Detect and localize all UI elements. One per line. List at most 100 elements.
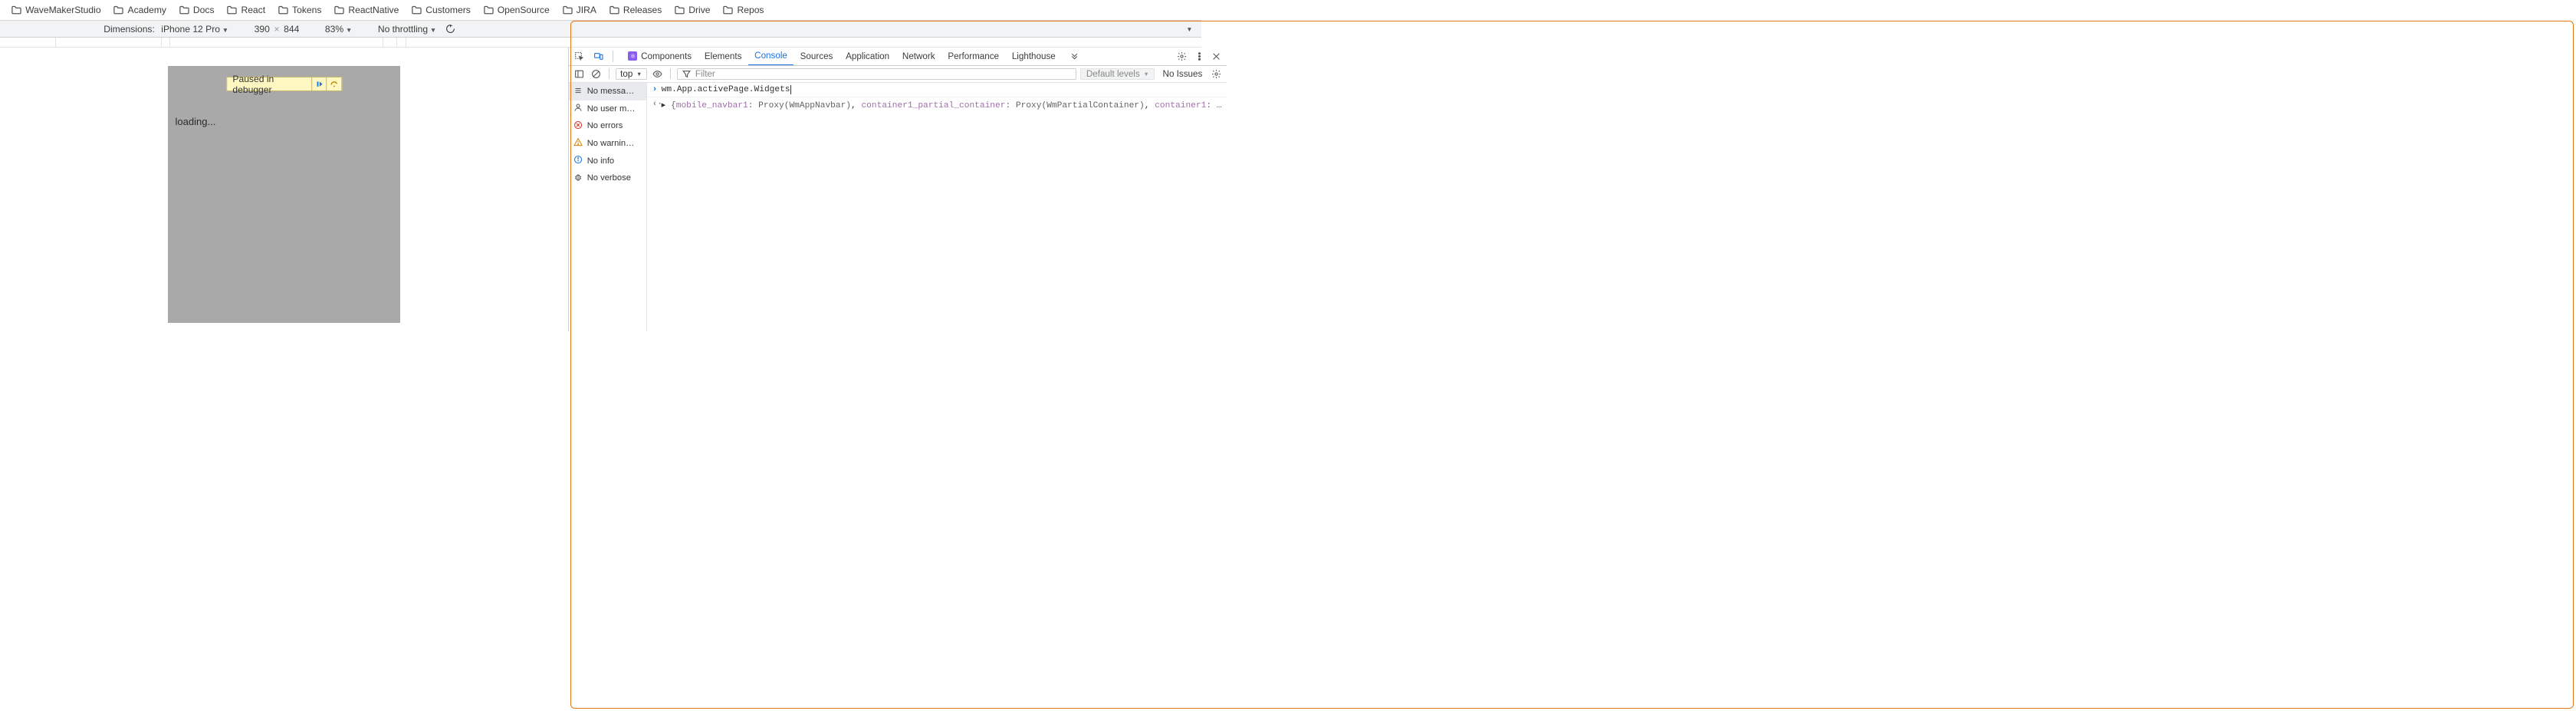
execution-context-label: top [620, 69, 632, 79]
bookmark-jira[interactable]: JIRA [562, 5, 596, 16]
main-split: Paused in debugger loading... Components… [0, 48, 1201, 332]
bookmark-label: Tokens [292, 5, 321, 15]
bookmark-tokens[interactable]: Tokens [278, 5, 321, 16]
bookmarks-bar: WaveMakerStudio Academy Docs React Tokens Rea… [0, 0, 1201, 21]
device-toggle-icon[interactable] [592, 50, 604, 62]
inspect-icon[interactable] [573, 50, 586, 62]
sidebar-item-label: No info [587, 156, 614, 166]
console-body: No messa… No user m… No errors No warnin… No… [569, 83, 1227, 331]
live-expression-icon[interactable] [652, 68, 664, 81]
page-loading-text: loading... [175, 116, 215, 127]
sidebar-item-label: No warnin… [587, 139, 635, 148]
tab-label: Elements [705, 51, 742, 61]
bookmark-label: OpenSource [498, 5, 550, 15]
bookmark-reactnative[interactable]: ReactNative [334, 5, 399, 16]
bookmark-label: Drive [688, 5, 710, 15]
sidebar-user[interactable]: No user m… [569, 100, 646, 118]
tab-performance[interactable]: Performance [941, 48, 1005, 65]
debugger-paused-label: Paused in debugger [227, 74, 311, 95]
bookmark-repos[interactable]: Repos [722, 5, 764, 16]
rotate-icon[interactable] [445, 24, 455, 35]
device-name-select[interactable]: iPhone 12 Pro [161, 24, 228, 35]
bookmark-customers[interactable]: Customers [411, 5, 471, 16]
console-settings-icon[interactable] [1211, 68, 1223, 81]
tab-application[interactable]: Application [840, 48, 896, 65]
console-filter-input[interactable]: Filter [677, 68, 1076, 81]
more-tabs-icon[interactable] [1069, 50, 1081, 62]
folder-icon [11, 5, 22, 16]
tab-components[interactable]: Components [622, 48, 698, 65]
sidebar-item-label: No user m… [587, 104, 636, 114]
device-viewport-pane: Paused in debugger loading... [0, 48, 568, 332]
bookmark-react[interactable]: React [226, 5, 265, 16]
folder-icon [609, 5, 620, 16]
folder-icon [179, 5, 190, 16]
bookmark-label: React [241, 5, 265, 15]
bookmark-opensource[interactable]: OpenSource [483, 5, 550, 16]
log-levels-label: Default levels [1086, 69, 1140, 79]
tab-console[interactable]: Console [748, 48, 794, 65]
console-result-text: ▸ {mobile_navbar1: Proxy(WmAppNavbar), c… [662, 100, 1222, 110]
throttling-select[interactable]: No throttling [378, 24, 436, 35]
tab-sources[interactable]: Sources [794, 48, 840, 65]
tab-label: Application [846, 51, 889, 61]
input-prompt-icon: › [652, 85, 662, 94]
console-filter-placeholder: Filter [695, 69, 715, 79]
error-icon [573, 120, 583, 132]
info-icon [573, 155, 583, 166]
user-icon [573, 103, 583, 114]
sidebar-error[interactable]: No errors [569, 117, 646, 135]
bookmark-label: ReactNative [348, 5, 399, 15]
bookmark-docs[interactable]: Docs [179, 5, 215, 16]
folder-icon [411, 5, 422, 16]
folder-icon [278, 5, 289, 16]
console-sidebar-toggle-icon[interactable] [573, 68, 586, 81]
bookmark-drive[interactable]: Drive [674, 5, 710, 16]
device-toolbar-more[interactable]: ▼ [1186, 25, 1192, 33]
sidebar-item-label: No messa… [587, 87, 635, 96]
console-result-line[interactable]: ‹· ▸ {mobile_navbar1: Proxy(WmAppNavbar)… [647, 97, 1227, 113]
folder-icon [674, 5, 685, 16]
log-levels-select[interactable]: Default levels [1080, 68, 1155, 81]
list-icon [573, 86, 583, 97]
folder-icon [226, 5, 238, 16]
dimensions-label: Dimensions: [104, 24, 155, 35]
console-input-text: wm.App.activePage.Widgets [662, 85, 790, 94]
issues-button[interactable]: No Issues [1159, 69, 1206, 79]
ruler-row [0, 38, 1201, 47]
react-icon [628, 51, 637, 61]
viewport-width-input[interactable]: 390 [255, 24, 270, 35]
tab-label: Performance [948, 51, 999, 61]
tab-label: Components [641, 51, 692, 61]
execution-context-select[interactable]: top [616, 68, 647, 81]
output-prompt-icon: ‹· [652, 100, 662, 110]
zoom-select[interactable]: 83% [325, 24, 352, 35]
close-devtools-icon[interactable] [1211, 50, 1223, 62]
tab-network[interactable]: Network [896, 48, 941, 65]
step-over-button[interactable] [327, 77, 342, 91]
kebab-menu-icon[interactable] [1193, 50, 1205, 62]
sidebar-warn[interactable]: No warnin… [569, 135, 646, 153]
resume-button[interactable] [311, 77, 327, 91]
bookmark-wavemakerstudio[interactable]: WaveMakerStudio [11, 5, 101, 16]
bookmark-releases[interactable]: Releases [609, 5, 662, 16]
tab-label: Sources [800, 51, 833, 61]
tab-elements[interactable]: Elements [698, 48, 748, 65]
console-input-line[interactable]: › wm.App.activePage.Widgets [647, 83, 1227, 97]
bookmark-label: Academy [128, 5, 166, 15]
sidebar-bug[interactable]: No verbose [569, 170, 646, 187]
tab-lighthouse[interactable]: Lighthouse [1005, 48, 1062, 65]
viewport-x: × [274, 24, 279, 35]
clear-console-icon[interactable] [590, 68, 602, 81]
bookmark-label: Customers [426, 5, 471, 15]
issues-label: No Issues [1163, 69, 1203, 79]
warn-icon [573, 137, 583, 149]
sidebar-list[interactable]: No messa… [569, 83, 646, 100]
console-output[interactable]: › wm.App.activePage.Widgets ‹· ▸ {mobile… [647, 83, 1227, 331]
devtools-tabbar: Components Elements Console Sources Applicat… [569, 48, 1227, 66]
bookmark-academy[interactable]: Academy [113, 5, 166, 16]
sidebar-info[interactable]: No info [569, 152, 646, 170]
settings-icon[interactable] [1176, 50, 1188, 62]
console-sidebar: No messa… No user m… No errors No warnin… No… [569, 83, 647, 331]
viewport-height-input[interactable]: 844 [284, 24, 299, 35]
